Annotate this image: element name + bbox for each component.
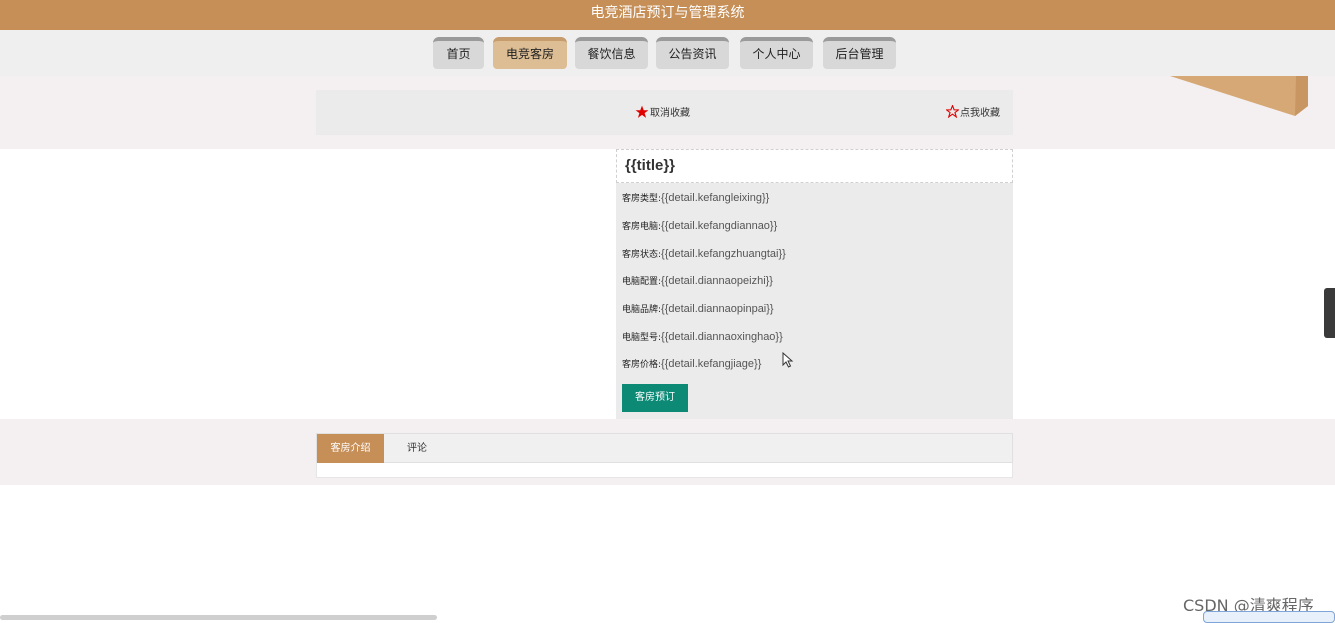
horizontal-scrollbar[interactable] — [0, 615, 437, 620]
field-label: 电脑型号: — [622, 333, 662, 343]
nav-item-admin[interactable]: 后台管理 — [823, 37, 896, 69]
field-value: {{detail.kefangdiannao}} — [661, 220, 778, 232]
field-label: 客房状态: — [622, 250, 662, 260]
field-computer-config: 电脑配置:{{detail.diannaopeizhi}} — [622, 274, 773, 287]
field-value: {{detail.diannaoxinghao}} — [661, 331, 783, 343]
app-title: 电竞酒店预订与管理系统 — [590, 5, 745, 21]
room-title: {{title}} — [616, 149, 1013, 183]
nav-item-esports-rooms[interactable]: 电竞客房 — [493, 37, 567, 69]
tab-content — [316, 463, 1013, 478]
ime-toolbar — [1203, 611, 1335, 623]
nav-item-personal-center[interactable]: 个人中心 — [740, 37, 813, 69]
app-header: 电竞酒店预订与管理系统 — [0, 0, 1335, 30]
add-favorite-label: 点我收藏 — [960, 108, 1000, 119]
decorative-ribbon — [1170, 76, 1308, 116]
field-room-computer: 客房电脑:{{detail.kefangdiannao}} — [622, 219, 777, 232]
tab-comments[interactable]: 评论 — [384, 434, 450, 463]
field-computer-brand: 电脑品牌:{{detail.diannaopinpai}} — [622, 302, 774, 315]
field-label: 客房类型: — [622, 194, 662, 204]
nav-item-dining[interactable]: 餐饮信息 — [575, 37, 648, 69]
mouse-cursor-icon — [782, 352, 794, 368]
field-room-type: 客房类型:{{detail.kefangleixing}} — [622, 191, 769, 204]
field-label: 客房价格: — [622, 360, 662, 370]
field-label: 电脑品牌: — [622, 305, 662, 315]
add-favorite-button[interactable]: 点我收藏 — [946, 104, 1000, 119]
field-room-status: 客房状态:{{detail.kefangzhuangtai}} — [622, 247, 786, 260]
main-nav: 首页 电竞客房 餐饮信息 公告资讯 个人中心 后台管理 — [0, 30, 1335, 76]
field-value: {{detail.diannaopeizhi}} — [661, 275, 773, 287]
star-filled-icon — [635, 105, 649, 118]
nav-item-announcements[interactable]: 公告资讯 — [656, 37, 729, 69]
field-value: {{detail.kefangjiage}} — [661, 358, 762, 370]
field-value: {{detail.kefangzhuangtai}} — [661, 248, 786, 260]
book-room-button[interactable]: 客房预订 — [622, 384, 688, 412]
nav-item-home[interactable]: 首页 — [433, 37, 484, 69]
detail-tabs: 客房介绍 评论 — [316, 433, 1013, 463]
cancel-favorite-button[interactable]: 取消收藏 — [635, 104, 690, 119]
field-label: 客房电脑: — [622, 222, 662, 232]
favorites-bar: 取消收藏 点我收藏 — [316, 90, 1013, 135]
side-panel-toggle[interactable] — [1324, 288, 1335, 338]
field-value: {{detail.kefangleixing}} — [661, 192, 770, 204]
field-value: {{detail.diannaopinpai}} — [661, 303, 774, 315]
field-room-price: 客房价格:{{detail.kefangjiage}} — [622, 357, 761, 370]
cancel-favorite-label: 取消收藏 — [650, 108, 690, 119]
star-outline-icon — [946, 105, 959, 118]
tab-room-intro[interactable]: 客房介绍 — [317, 434, 384, 463]
field-label: 电脑配置: — [622, 277, 662, 287]
field-computer-model: 电脑型号:{{detail.diannaoxinghao}} — [622, 330, 783, 343]
